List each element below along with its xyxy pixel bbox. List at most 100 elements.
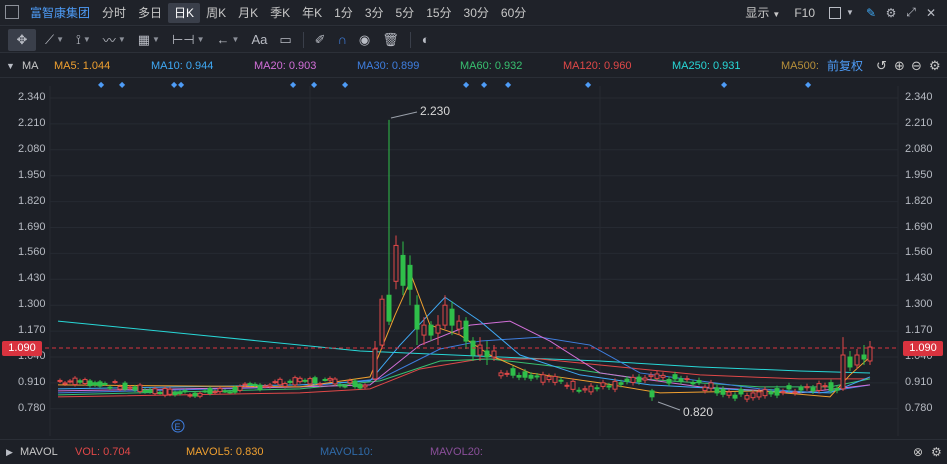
collapse-arrow-icon[interactable]: ▶: [6, 440, 13, 464]
tab-timeframe[interactable]: 分时: [96, 3, 132, 23]
tab-timeframe[interactable]: 月K: [232, 3, 264, 23]
gear-icon[interactable]: ⚙: [881, 3, 901, 23]
y-tick-label: 0.910: [18, 375, 46, 388]
event-dot[interactable]: ◆: [98, 80, 104, 89]
event-dot[interactable]: ◆: [342, 80, 348, 89]
candle-body: [272, 381, 278, 384]
event-dot[interactable]: ◆: [463, 80, 469, 89]
candlestick: [804, 383, 810, 391]
window-icon[interactable]: [5, 5, 19, 19]
candlestick: [588, 383, 594, 395]
checkbox-icon[interactable]: [825, 3, 845, 23]
candlestick: [327, 376, 333, 383]
adjust-mode[interactable]: 前复权: [827, 54, 863, 78]
candle-body: [287, 380, 293, 383]
event-dot[interactable]: ◆: [290, 80, 296, 89]
y-tick-label: 2.210: [905, 116, 933, 129]
event-dot[interactable]: ◆: [481, 80, 487, 89]
event-dot[interactable]: ◆: [721, 80, 727, 89]
candlestick: [582, 385, 588, 393]
candlestick: [57, 378, 63, 383]
magnet-icon[interactable]: ∩: [335, 29, 350, 51]
comment-icon[interactable]: ▭: [276, 29, 294, 51]
event-dot[interactable]: ◆: [171, 80, 177, 89]
tab-timeframe[interactable]: 年K: [296, 3, 328, 23]
candlestick: [660, 372, 666, 381]
candlestick: [822, 382, 828, 390]
crosshair-icon[interactable]: ✥: [8, 28, 36, 51]
candle-body: [582, 388, 588, 391]
tab-timeframe[interactable]: 5分: [390, 3, 421, 23]
close-icon[interactable]: ✕: [921, 3, 941, 23]
tab-timeframe[interactable]: 季K: [264, 3, 296, 23]
candle-body: [786, 385, 792, 390]
undo-icon[interactable]: ↺: [876, 54, 887, 78]
event-dot[interactable]: ◆: [505, 80, 511, 89]
mavol-indicator-label[interactable]: MAVOL: [20, 440, 58, 464]
candlestick: [442, 295, 448, 330]
kline-chart[interactable]: 2.230 0.820 E: [0, 79, 947, 438]
tab-timeframe[interactable]: 15分: [420, 3, 457, 23]
event-dot[interactable]: ◆: [119, 80, 125, 89]
ma-indicator-label[interactable]: MA: [22, 54, 39, 78]
event-dot[interactable]: ◆: [585, 80, 591, 89]
candle-body: [117, 385, 123, 390]
polyline-tool-icon[interactable]: ⟟ ▼: [73, 29, 94, 51]
candle-body: [588, 385, 594, 393]
settings-icon[interactable]: ⚙: [929, 54, 941, 78]
candlestick: [854, 349, 860, 369]
expand-icon[interactable]: ⤢: [901, 3, 921, 23]
candlestick: [774, 385, 780, 399]
arrow-tool-icon[interactable]: ← ▼: [214, 29, 243, 51]
eraser-icon[interactable]: ✐: [312, 29, 329, 51]
candle-body: [362, 384, 368, 388]
y-tick-label: 0.780: [905, 401, 933, 414]
tab-timeframe[interactable]: 1分: [328, 3, 359, 23]
candle-body: [648, 374, 654, 377]
candle-body: [247, 383, 253, 386]
candle-body: [774, 388, 780, 396]
trash-icon[interactable]: 🗑: [379, 29, 402, 51]
candlestick: [287, 379, 293, 385]
current-price-tag-right: 1.090: [903, 341, 943, 356]
candlestick: [379, 295, 385, 350]
tab-timeframe[interactable]: 多日: [132, 3, 168, 23]
stock-name[interactable]: 富智康集团: [30, 4, 90, 21]
ma30-value: MA30: 0.899: [357, 60, 420, 72]
candle-body: [732, 394, 738, 399]
candle-body: [352, 380, 358, 388]
tab-timeframe[interactable]: 周K: [200, 3, 232, 23]
tab-timeframe[interactable]: 日K: [168, 2, 201, 23]
collapse-arrow-icon[interactable]: ▼: [6, 54, 15, 78]
pen-icon[interactable]: ✎: [861, 3, 881, 23]
candle-body: [72, 377, 78, 386]
f10-button[interactable]: F10: [788, 3, 821, 23]
candle-body: [147, 389, 153, 393]
candlestick: [484, 341, 490, 365]
line-tool-icon[interactable]: ⟋ ▼: [42, 29, 67, 51]
candlestick: [332, 377, 338, 386]
event-dot[interactable]: ◆: [805, 80, 811, 89]
candle-body: [510, 368, 516, 376]
candlestick: [386, 119, 392, 326]
eye-icon[interactable]: ◉: [356, 29, 373, 51]
wave-tool-icon[interactable]: 〰 ▼: [100, 29, 129, 51]
y-tick-label: 1.820: [905, 194, 933, 207]
tab-timeframe[interactable]: 60分: [495, 3, 532, 23]
text-tool[interactable]: Aa: [248, 29, 270, 51]
candle-body: [606, 385, 612, 388]
toggle-icon[interactable]: ◐: [419, 29, 433, 51]
remove-icon[interactable]: ⊖: [911, 54, 922, 78]
event-dot[interactable]: ◆: [178, 80, 184, 89]
fib-tool-icon[interactable]: ▦ ▼: [135, 29, 163, 51]
measure-tool-icon[interactable]: ⊢⊣ ▼: [169, 29, 208, 51]
add-icon[interactable]: ⊕: [894, 54, 905, 78]
display-menu[interactable]: 显示 ▼: [739, 3, 786, 23]
event-dot[interactable]: ◆: [311, 80, 317, 89]
chevron-down-icon[interactable]: ▼: [845, 3, 855, 23]
tab-timeframe[interactable]: 30分: [458, 3, 495, 23]
settings-icon[interactable]: ⚙: [931, 440, 942, 464]
candle-body: [738, 388, 744, 395]
close-icon[interactable]: ⊗: [913, 440, 923, 464]
tab-timeframe[interactable]: 3分: [359, 3, 390, 23]
